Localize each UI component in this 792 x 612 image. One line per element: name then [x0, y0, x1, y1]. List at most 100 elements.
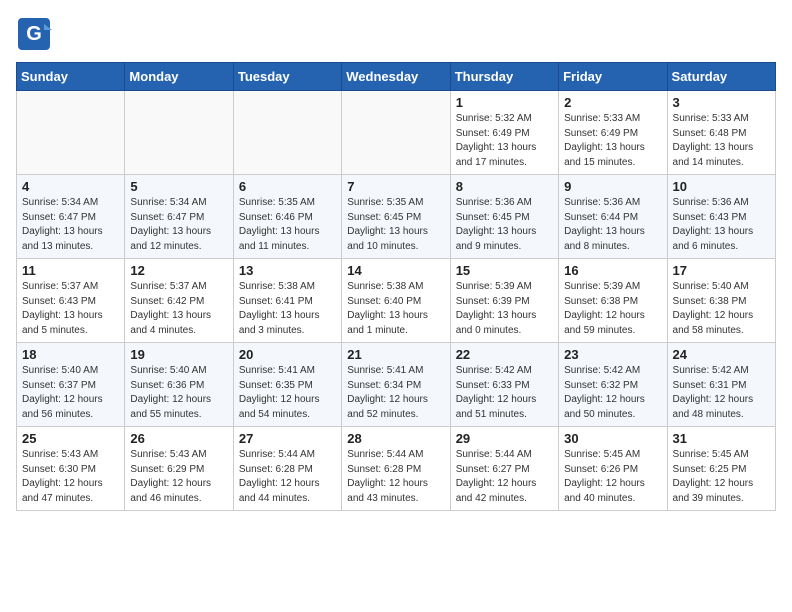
calendar-week-1: 1 Sunrise: 5:32 AM Sunset: 6:49 PM Daylig…: [17, 91, 776, 175]
day-info: Sunrise: 5:41 AM Sunset: 6:35 PM Dayligh…: [239, 364, 336, 422]
day-number: 25: [22, 431, 119, 446]
day-info: Sunrise: 5:34 AM Sunset: 6:47 PM Dayligh…: [130, 196, 227, 254]
day-info: Sunrise: 5:45 AM Sunset: 6:26 PM Dayligh…: [564, 448, 661, 506]
weekday-header-tuesday: Tuesday: [233, 63, 341, 91]
day-info: Sunrise: 5:44 AM Sunset: 6:28 PM Dayligh…: [239, 448, 336, 506]
calendar-cell: 21 Sunrise: 5:41 AM Sunset: 6:34 PM Dayli…: [342, 343, 450, 427]
day-number: 27: [239, 431, 336, 446]
calendar-cell: 6Sunrise: 5:35 AM Sunset: 6:46 PM Daylig…: [233, 175, 341, 259]
day-info: Sunrise: 5:34 AM Sunset: 6:47 PM Dayligh…: [22, 196, 119, 254]
calendar-cell: 9 Sunrise: 5:36 AM Sunset: 6:44 PM Daylig…: [559, 175, 667, 259]
calendar-cell: [125, 91, 233, 175]
weekday-header-monday: Monday: [125, 63, 233, 91]
day-number: 11: [22, 263, 119, 278]
day-number: 9: [564, 179, 661, 194]
day-info: Sunrise: 5:42 AM Sunset: 6:32 PM Dayligh…: [564, 364, 661, 422]
calendar-cell: 23 Sunrise: 5:42 AM Sunset: 6:32 PM Dayli…: [559, 343, 667, 427]
day-info: Sunrise: 5:39 AM Sunset: 6:39 PM Dayligh…: [456, 280, 553, 338]
calendar-cell: 7 Sunrise: 5:35 AM Sunset: 6:45 PM Daylig…: [342, 175, 450, 259]
day-info: Sunrise: 5:35 AM Sunset: 6:45 PM Dayligh…: [347, 196, 444, 254]
day-number: 22: [456, 347, 553, 362]
svg-text:G: G: [26, 23, 42, 45]
calendar-cell: 16 Sunrise: 5:39 AM Sunset: 6:38 PM Dayli…: [559, 259, 667, 343]
day-info: Sunrise: 5:37 AM Sunset: 6:42 PM Dayligh…: [130, 280, 227, 338]
day-info: Sunrise: 5:33 AM Sunset: 6:49 PM Dayligh…: [564, 112, 661, 170]
day-info: Sunrise: 5:37 AM Sunset: 6:43 PM Dayligh…: [22, 280, 119, 338]
logo-icon: G: [16, 16, 52, 52]
day-number: 29: [456, 431, 553, 446]
weekday-header-sunday: Sunday: [17, 63, 125, 91]
calendar-cell: 22 Sunrise: 5:42 AM Sunset: 6:33 PM Dayli…: [450, 343, 558, 427]
day-info: Sunrise: 5:45 AM Sunset: 6:25 PM Dayligh…: [673, 448, 770, 506]
calendar-cell: 5 Sunrise: 5:34 AM Sunset: 6:47 PM Daylig…: [125, 175, 233, 259]
day-number: 28: [347, 431, 444, 446]
day-info: Sunrise: 5:40 AM Sunset: 6:38 PM Dayligh…: [673, 280, 770, 338]
day-number: 7: [347, 179, 444, 194]
day-info: Sunrise: 5:40 AM Sunset: 6:37 PM Dayligh…: [22, 364, 119, 422]
day-info: Sunrise: 5:42 AM Sunset: 6:33 PM Dayligh…: [456, 364, 553, 422]
day-info: Sunrise: 5:42 AM Sunset: 6:31 PM Dayligh…: [673, 364, 770, 422]
calendar-cell: 3 Sunrise: 5:33 AM Sunset: 6:48 PM Daylig…: [667, 91, 775, 175]
day-info: Sunrise: 5:44 AM Sunset: 6:28 PM Dayligh…: [347, 448, 444, 506]
day-info: Sunrise: 5:38 AM Sunset: 6:41 PM Dayligh…: [239, 280, 336, 338]
day-number: 31: [673, 431, 770, 446]
calendar-cell: 12Sunrise: 5:37 AM Sunset: 6:42 PM Dayli…: [125, 259, 233, 343]
weekday-header-saturday: Saturday: [667, 63, 775, 91]
calendar-table: SundayMondayTuesdayWednesdayThursdayFrid…: [16, 62, 776, 511]
calendar-cell: 24 Sunrise: 5:42 AM Sunset: 6:31 PM Dayli…: [667, 343, 775, 427]
calendar-cell: 20 Sunrise: 5:41 AM Sunset: 6:35 PM Dayli…: [233, 343, 341, 427]
day-number: 23: [564, 347, 661, 362]
weekday-header-row: SundayMondayTuesdayWednesdayThursdayFrid…: [17, 63, 776, 91]
day-number: 8: [456, 179, 553, 194]
calendar-cell: [342, 91, 450, 175]
day-info: Sunrise: 5:41 AM Sunset: 6:34 PM Dayligh…: [347, 364, 444, 422]
calendar-cell: 2Sunrise: 5:33 AM Sunset: 6:49 PM Daylig…: [559, 91, 667, 175]
day-info: Sunrise: 5:43 AM Sunset: 6:29 PM Dayligh…: [130, 448, 227, 506]
day-number: 20: [239, 347, 336, 362]
calendar-cell: 17 Sunrise: 5:40 AM Sunset: 6:38 PM Dayli…: [667, 259, 775, 343]
day-info: Sunrise: 5:44 AM Sunset: 6:27 PM Dayligh…: [456, 448, 553, 506]
day-number: 16: [564, 263, 661, 278]
day-number: 30: [564, 431, 661, 446]
calendar-cell: 8 Sunrise: 5:36 AM Sunset: 6:45 PM Daylig…: [450, 175, 558, 259]
weekday-header-wednesday: Wednesday: [342, 63, 450, 91]
day-info: Sunrise: 5:33 AM Sunset: 6:48 PM Dayligh…: [673, 112, 770, 170]
calendar-cell: 13 Sunrise: 5:38 AM Sunset: 6:41 PM Dayli…: [233, 259, 341, 343]
day-number: 15: [456, 263, 553, 278]
day-number: 5: [130, 179, 227, 194]
calendar-cell: 10 Sunrise: 5:36 AM Sunset: 6:43 PM Dayli…: [667, 175, 775, 259]
weekday-header-friday: Friday: [559, 63, 667, 91]
day-number: 17: [673, 263, 770, 278]
day-number: 21: [347, 347, 444, 362]
day-number: 18: [22, 347, 119, 362]
calendar-cell: [17, 91, 125, 175]
day-info: Sunrise: 5:36 AM Sunset: 6:44 PM Dayligh…: [564, 196, 661, 254]
day-info: Sunrise: 5:32 AM Sunset: 6:49 PM Dayligh…: [456, 112, 553, 170]
day-number: 24: [673, 347, 770, 362]
calendar-cell: 30 Sunrise: 5:45 AM Sunset: 6:26 PM Dayli…: [559, 427, 667, 511]
calendar-cell: 31 Sunrise: 5:45 AM Sunset: 6:25 PM Dayli…: [667, 427, 775, 511]
page-header: G: [16, 16, 776, 52]
calendar-cell: [233, 91, 341, 175]
calendar-cell: 11 Sunrise: 5:37 AM Sunset: 6:43 PM Dayli…: [17, 259, 125, 343]
calendar-cell: 28 Sunrise: 5:44 AM Sunset: 6:28 PM Dayli…: [342, 427, 450, 511]
calendar-cell: 19Sunrise: 5:40 AM Sunset: 6:36 PM Dayli…: [125, 343, 233, 427]
day-info: Sunrise: 5:39 AM Sunset: 6:38 PM Dayligh…: [564, 280, 661, 338]
calendar-cell: 15 Sunrise: 5:39 AM Sunset: 6:39 PM Dayli…: [450, 259, 558, 343]
day-number: 1: [456, 95, 553, 110]
day-number: 4: [22, 179, 119, 194]
day-info: Sunrise: 5:36 AM Sunset: 6:45 PM Dayligh…: [456, 196, 553, 254]
calendar-cell: 27 Sunrise: 5:44 AM Sunset: 6:28 PM Dayli…: [233, 427, 341, 511]
weekday-header-thursday: Thursday: [450, 63, 558, 91]
day-info: Sunrise: 5:36 AM Sunset: 6:43 PM Dayligh…: [673, 196, 770, 254]
day-info: Sunrise: 5:35 AM Sunset: 6:46 PM Dayligh…: [239, 196, 336, 254]
calendar-cell: 25Sunrise: 5:43 AM Sunset: 6:30 PM Dayli…: [17, 427, 125, 511]
day-number: 26: [130, 431, 227, 446]
day-number: 3: [673, 95, 770, 110]
calendar-week-4: 18 Sunrise: 5:40 AM Sunset: 6:37 PM Dayli…: [17, 343, 776, 427]
calendar-cell: 14Sunrise: 5:38 AM Sunset: 6:40 PM Dayli…: [342, 259, 450, 343]
day-number: 13: [239, 263, 336, 278]
calendar-cell: 29 Sunrise: 5:44 AM Sunset: 6:27 PM Dayli…: [450, 427, 558, 511]
calendar-cell: 1 Sunrise: 5:32 AM Sunset: 6:49 PM Daylig…: [450, 91, 558, 175]
day-number: 10: [673, 179, 770, 194]
